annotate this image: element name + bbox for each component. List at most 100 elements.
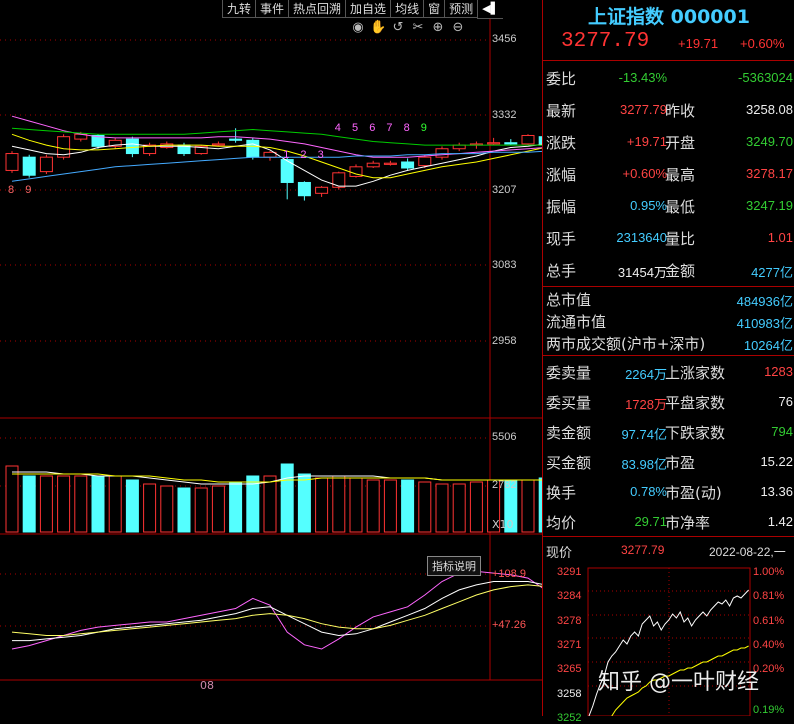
toolbar-events[interactable]: 事件 [255,0,289,18]
stat-value: 13.36 [760,484,793,499]
date-axis-label: 08 [200,679,214,692]
td-count-label: 2 [300,149,306,161]
td-count-label: 9 [25,184,31,196]
eye-icon[interactable]: ◉ [350,20,366,35]
stat-label: 委卖量 [546,364,592,382]
volume-bar [297,473,311,533]
candle-body [5,153,19,171]
toolbar-ma[interactable]: 均线 [390,0,424,18]
stat-row: 委卖量 2264万 上涨家数 1283 [543,356,794,386]
stat-label: 上涨家数 [665,364,726,382]
volume-bar [263,475,277,533]
stat-value: 76 [778,394,793,409]
ma120-line [11,150,542,182]
index-title: 上证指数 000001 [588,6,750,28]
volume-bar [91,475,105,533]
price-change: +19.71 [678,36,719,51]
scissors-icon[interactable]: ✂ [410,20,426,35]
stat-label: 最高 [665,166,696,184]
volume-bar [418,481,432,533]
stat-label: 最低 [665,198,696,216]
zoom-out-icon[interactable]: ⊖ [450,20,466,35]
td-count-label: 6 [369,122,375,134]
stat-value: 1283 [764,364,793,379]
stat-value: 1.01 [767,230,793,245]
stat-value: 4277亿 [751,265,793,280]
td-count-label: 3 [318,149,324,161]
market-row: 流通市值 410983亿 [543,309,794,331]
volume-bar [177,487,191,533]
intraday-label: 现价 [546,545,573,560]
stat-label: 振幅 [546,198,577,216]
stat-row: 买金额 83.98亿 市盈 15.22 [543,446,794,476]
toolbar-forecast[interactable]: 预测 [444,0,478,18]
intraday-price: 3277.79 [621,543,665,557]
volume-bar [435,483,449,533]
stat-value: 3258.08 [746,102,793,117]
td-count-label: 1 [283,149,289,161]
toolbar-hot-review[interactable]: 热点回溯 [288,0,346,18]
undo-icon[interactable]: ↺ [390,20,406,35]
volume-bar [521,479,535,533]
price-axis-label: 3207 [492,184,517,196]
stat-row: 涨跌 +19.71 开盘 3249.70 [543,126,794,156]
stat-value: 484936亿 [736,294,793,309]
stat-value: 15.22 [760,454,793,469]
stat-value: 31454万 [617,265,667,280]
kline-chart-area[interactable]: 89123456789 九转 事件 热点回溯 加自选 均线 窗 预测 ◀▌ ◉ … [0,0,542,716]
intraday-date: 2022-08-22,一 [709,545,786,559]
stat-row: 委买量 1728万 平盘家数 76 [543,386,794,416]
price-change-pct: +0.60% [740,36,785,51]
td-count-label: 8 [404,122,410,134]
candle-body [22,156,36,176]
stat-value: 2264万 [625,367,667,382]
stat-label: 涨跌 [546,134,577,152]
zoom-in-icon[interactable]: ⊕ [430,20,446,35]
candle-body [401,161,415,169]
volume-bar [349,477,363,533]
stat-value: 83.98亿 [621,457,667,472]
intraday-pct-tick: 1.00% [753,566,785,578]
volume-bar [280,463,294,533]
hand-icon[interactable]: ✋ [370,20,386,35]
stat-label: 下跌家数 [665,424,726,442]
volume-unit: X10 [492,518,514,531]
stat-value: -13.43% [618,70,667,85]
toolbar-add-watchlist[interactable]: 加自选 [345,0,391,18]
stat-label: 两市成交额(沪市+深市) [546,335,706,353]
stat-label: 市盈 [665,454,696,472]
intraday-price-tick: 3278 [557,614,582,627]
intraday-price-tick: 3284 [557,590,582,603]
stat-label: 市盈(动) [665,484,722,502]
stat-row: 委比 -13.43% -5363024 [543,62,794,92]
volume-bar [332,475,346,533]
stat-label: 现手 [546,230,577,248]
intraday-pct-tick: 0.61% [753,614,785,627]
volume-bar [74,475,88,533]
stat-label: 委比 [546,70,577,88]
stat-label: 市净率 [665,514,711,532]
volume-bar [5,465,19,533]
intraday-price-tick: 3265 [557,663,582,676]
stat-label: 换手 [546,484,577,502]
candle-body [504,142,518,145]
toolbar-jiuzhuan[interactable]: 九转 [222,0,256,18]
stat-label: 流通市值 [546,313,607,331]
toolbar-window[interactable]: 窗 [423,0,445,18]
candle-body [229,138,243,141]
volume-bar [229,481,243,533]
stat-label: 涨幅 [546,166,577,184]
stat-label: 开盘 [665,134,696,152]
volume-bar [366,479,380,533]
indicator-axis-label: +108.9 [492,568,526,580]
volume-bar [194,487,208,533]
volume-bar [315,477,329,533]
indicator-help-button[interactable]: 指标说明 [427,556,481,576]
candle-body [125,138,139,155]
stat-value: 10264亿 [743,338,793,353]
intraday-price-tick: 3258 [557,687,582,700]
kline-svg: 8 91 2 34 5 6 7 8 9 [0,18,542,681]
price-axis-label: 3456 [492,33,517,45]
pin-icon[interactable]: ◀▌ [477,0,504,19]
volume-bar [383,479,397,533]
